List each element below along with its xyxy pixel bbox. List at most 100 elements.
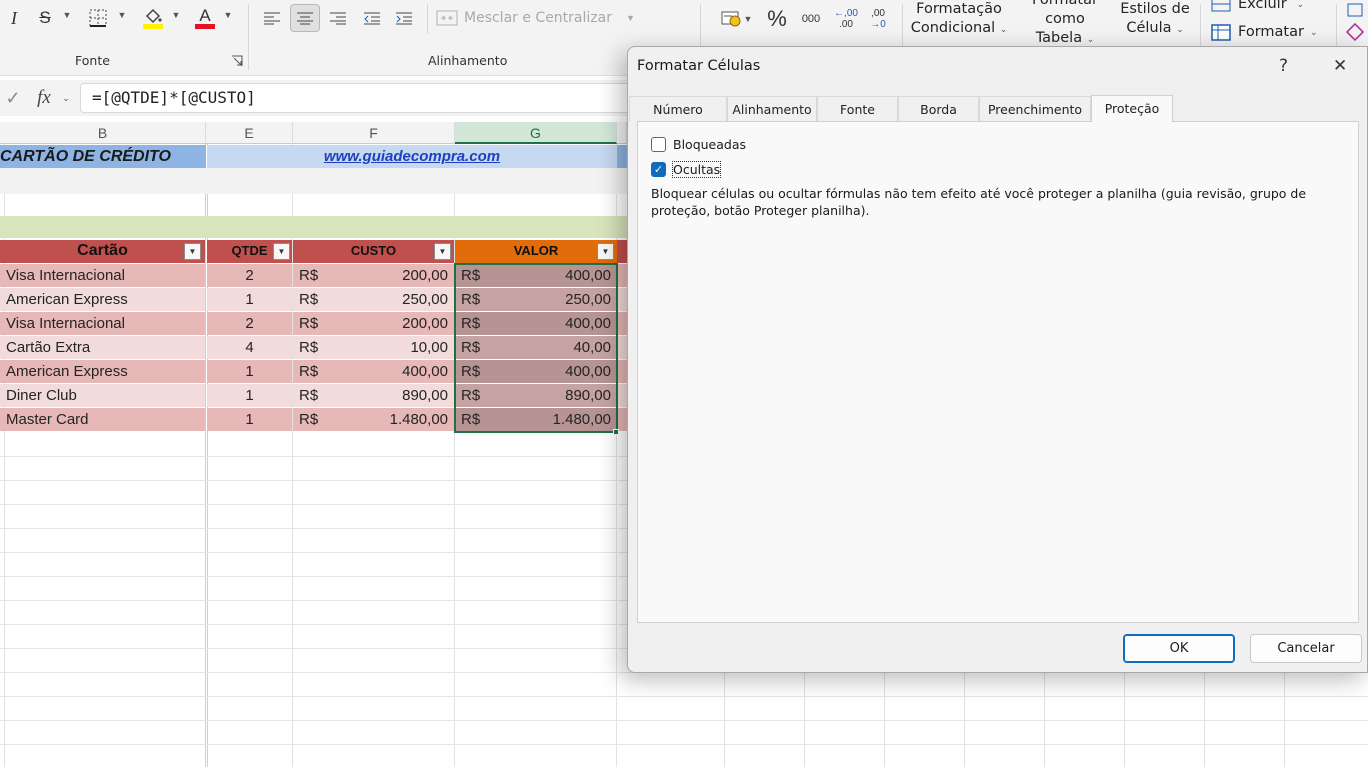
- cell-valor[interactable]: R$ 1.480,00: [455, 408, 617, 431]
- website-link[interactable]: www.guiadecompra.com: [324, 148, 500, 165]
- cell-cartao[interactable]: Master Card: [0, 408, 205, 431]
- column-header-b[interactable]: B: [0, 122, 206, 144]
- close-button[interactable]: ✕: [1333, 56, 1347, 76]
- column-header-h[interactable]: [617, 122, 627, 144]
- filter-dropdown-cartao[interactable]: ▼: [184, 243, 201, 260]
- cell-custo[interactable]: R$ 1.480,00: [293, 408, 454, 431]
- increase-decimal-icon: ←,00: [834, 8, 858, 19]
- align-left-button[interactable]: [258, 4, 286, 32]
- column-header-g[interactable]: G: [455, 122, 617, 144]
- thousands-icon: 000: [801, 13, 821, 25]
- insert-function-button[interactable]: fx: [30, 84, 58, 112]
- cell-custo[interactable]: R$ 250,00: [293, 288, 454, 311]
- filter-dropdown-qtde[interactable]: ▼: [273, 243, 290, 260]
- strikethrough-dropdown[interactable]: ▼: [60, 10, 74, 20]
- fill-handle[interactable]: [613, 429, 619, 435]
- column-header-f[interactable]: F: [293, 122, 455, 144]
- header-valor[interactable]: VALOR ▼: [455, 240, 617, 263]
- tab-alinhamento[interactable]: Alinhamento: [727, 96, 817, 122]
- hidden-checkbox-row[interactable]: ✓ Ocultas: [651, 161, 722, 178]
- cell-qtde[interactable]: 1: [207, 360, 292, 383]
- cancel-button[interactable]: Cancelar: [1250, 634, 1362, 663]
- tab-fonte[interactable]: Fonte: [817, 96, 898, 122]
- font-color-button[interactable]: A: [192, 4, 218, 32]
- decrease-decimal-button[interactable]: ,00 →0: [864, 5, 892, 33]
- cell-custo[interactable]: R$ 200,00: [293, 264, 454, 287]
- cell-qtde[interactable]: 1: [207, 384, 292, 407]
- cell-cartao[interactable]: American Express: [0, 288, 205, 311]
- cell-cartao[interactable]: Visa Internacional: [0, 264, 205, 287]
- cell-qtde[interactable]: 1: [207, 408, 292, 431]
- italic-button[interactable]: I: [2, 4, 26, 32]
- align-right-button[interactable]: [324, 4, 352, 32]
- cell-cartao[interactable]: Cartão Extra: [0, 336, 205, 359]
- accounting-format-button[interactable]: ▼: [714, 5, 758, 33]
- font-color-swatch: [195, 24, 215, 29]
- font-dialog-launcher[interactable]: [230, 54, 244, 68]
- cell-cartao[interactable]: Visa Internacional: [0, 312, 205, 335]
- cell-valor[interactable]: R$ 890,00: [455, 384, 617, 407]
- cell-edge: [617, 360, 627, 383]
- merge-center-button[interactable]: Mesclar e Centralizar ▼: [436, 4, 636, 32]
- delete-cells-button[interactable]: Excluir ⌄: [1210, 0, 1320, 18]
- cell-cartao[interactable]: Diner Club: [0, 384, 205, 407]
- borders-button[interactable]: [86, 4, 110, 32]
- align-center-button[interactable]: [290, 4, 320, 32]
- title-cell-left[interactable]: CARTÃO DE CRÉDITO: [0, 145, 206, 168]
- cell-cartao[interactable]: American Express: [0, 360, 205, 383]
- cell-qtde[interactable]: 2: [207, 312, 292, 335]
- hidden-checkbox[interactable]: ✓: [651, 162, 666, 177]
- fill-color-swatch: [143, 23, 163, 29]
- cell-valor[interactable]: R$ 250,00: [455, 288, 617, 311]
- formula-bar-expand[interactable]: ⌄: [58, 90, 74, 106]
- cell-qtde[interactable]: 4: [207, 336, 292, 359]
- ok-button[interactable]: OK: [1123, 634, 1235, 663]
- cell-edge: [617, 288, 627, 311]
- cell-custo[interactable]: R$ 400,00: [293, 360, 454, 383]
- conditional-formatting-button[interactable]: Formatação Condicional ⌄: [908, 0, 1010, 40]
- header-cartao[interactable]: Cartão ▼: [0, 240, 205, 263]
- clear-button[interactable]: [1344, 18, 1366, 46]
- cell-valor[interactable]: R$ 400,00: [455, 264, 617, 287]
- locked-checkbox[interactable]: [651, 137, 666, 152]
- format-cells-button[interactable]: Formatar ⌄: [1210, 18, 1320, 46]
- format-table-line2: Tabela: [1035, 29, 1083, 46]
- header-custo[interactable]: CUSTO ▼: [293, 240, 454, 263]
- column-header-e[interactable]: E: [206, 122, 293, 144]
- increase-indent-button[interactable]: [390, 4, 418, 32]
- percent-style-button[interactable]: %: [764, 5, 790, 33]
- comma-style-button[interactable]: 000: [796, 5, 826, 33]
- format-as-table-button[interactable]: Formatar como Tabela ⌄: [1012, 0, 1118, 46]
- fill-color-button[interactable]: [140, 4, 166, 32]
- cell-custo[interactable]: R$ 890,00: [293, 384, 454, 407]
- cell-valor[interactable]: R$ 400,00: [455, 360, 617, 383]
- title-cell-link[interactable]: www.guiadecompra.com: [207, 145, 617, 168]
- cell-custo[interactable]: R$ 10,00: [293, 336, 454, 359]
- tab-borda[interactable]: Borda: [898, 96, 979, 122]
- cell-custo[interactable]: R$ 200,00: [293, 312, 454, 335]
- chevron-down-icon: ⌄: [1176, 25, 1184, 35]
- tab-preenchimento[interactable]: Preenchimento: [979, 96, 1091, 122]
- tab-numero[interactable]: Número: [629, 96, 727, 122]
- formula-input[interactable]: =[@QTDE]*[@CUSTO]: [80, 83, 640, 113]
- strikethrough-button[interactable]: S: [34, 4, 56, 32]
- enter-button[interactable]: ✓: [0, 84, 26, 112]
- delete-cells-icon: [1211, 0, 1231, 12]
- tab-protecao[interactable]: Proteção: [1091, 95, 1173, 122]
- fill-color-dropdown[interactable]: ▼: [169, 10, 183, 20]
- filter-dropdown-custo[interactable]: ▼: [434, 243, 451, 260]
- cell-valor[interactable]: R$ 40,00: [455, 336, 617, 359]
- decrease-indent-button[interactable]: [358, 4, 386, 32]
- italic-icon: I: [11, 7, 17, 28]
- locked-checkbox-row[interactable]: Bloqueadas: [651, 137, 746, 152]
- cell-styles-button[interactable]: Estilos de Célula ⌄: [1120, 0, 1190, 40]
- header-qtde[interactable]: QTDE ▼: [207, 240, 292, 263]
- cell-qtde[interactable]: 2: [207, 264, 292, 287]
- cell-qtde[interactable]: 1: [207, 288, 292, 311]
- borders-dropdown[interactable]: ▼: [115, 10, 129, 20]
- increase-decimal-button[interactable]: ←,00 .00: [832, 5, 860, 33]
- help-button[interactable]: ?: [1279, 56, 1288, 76]
- cell-valor[interactable]: R$ 400,00: [455, 312, 617, 335]
- font-color-dropdown[interactable]: ▼: [221, 10, 235, 20]
- filter-dropdown-valor[interactable]: ▼: [597, 243, 614, 260]
